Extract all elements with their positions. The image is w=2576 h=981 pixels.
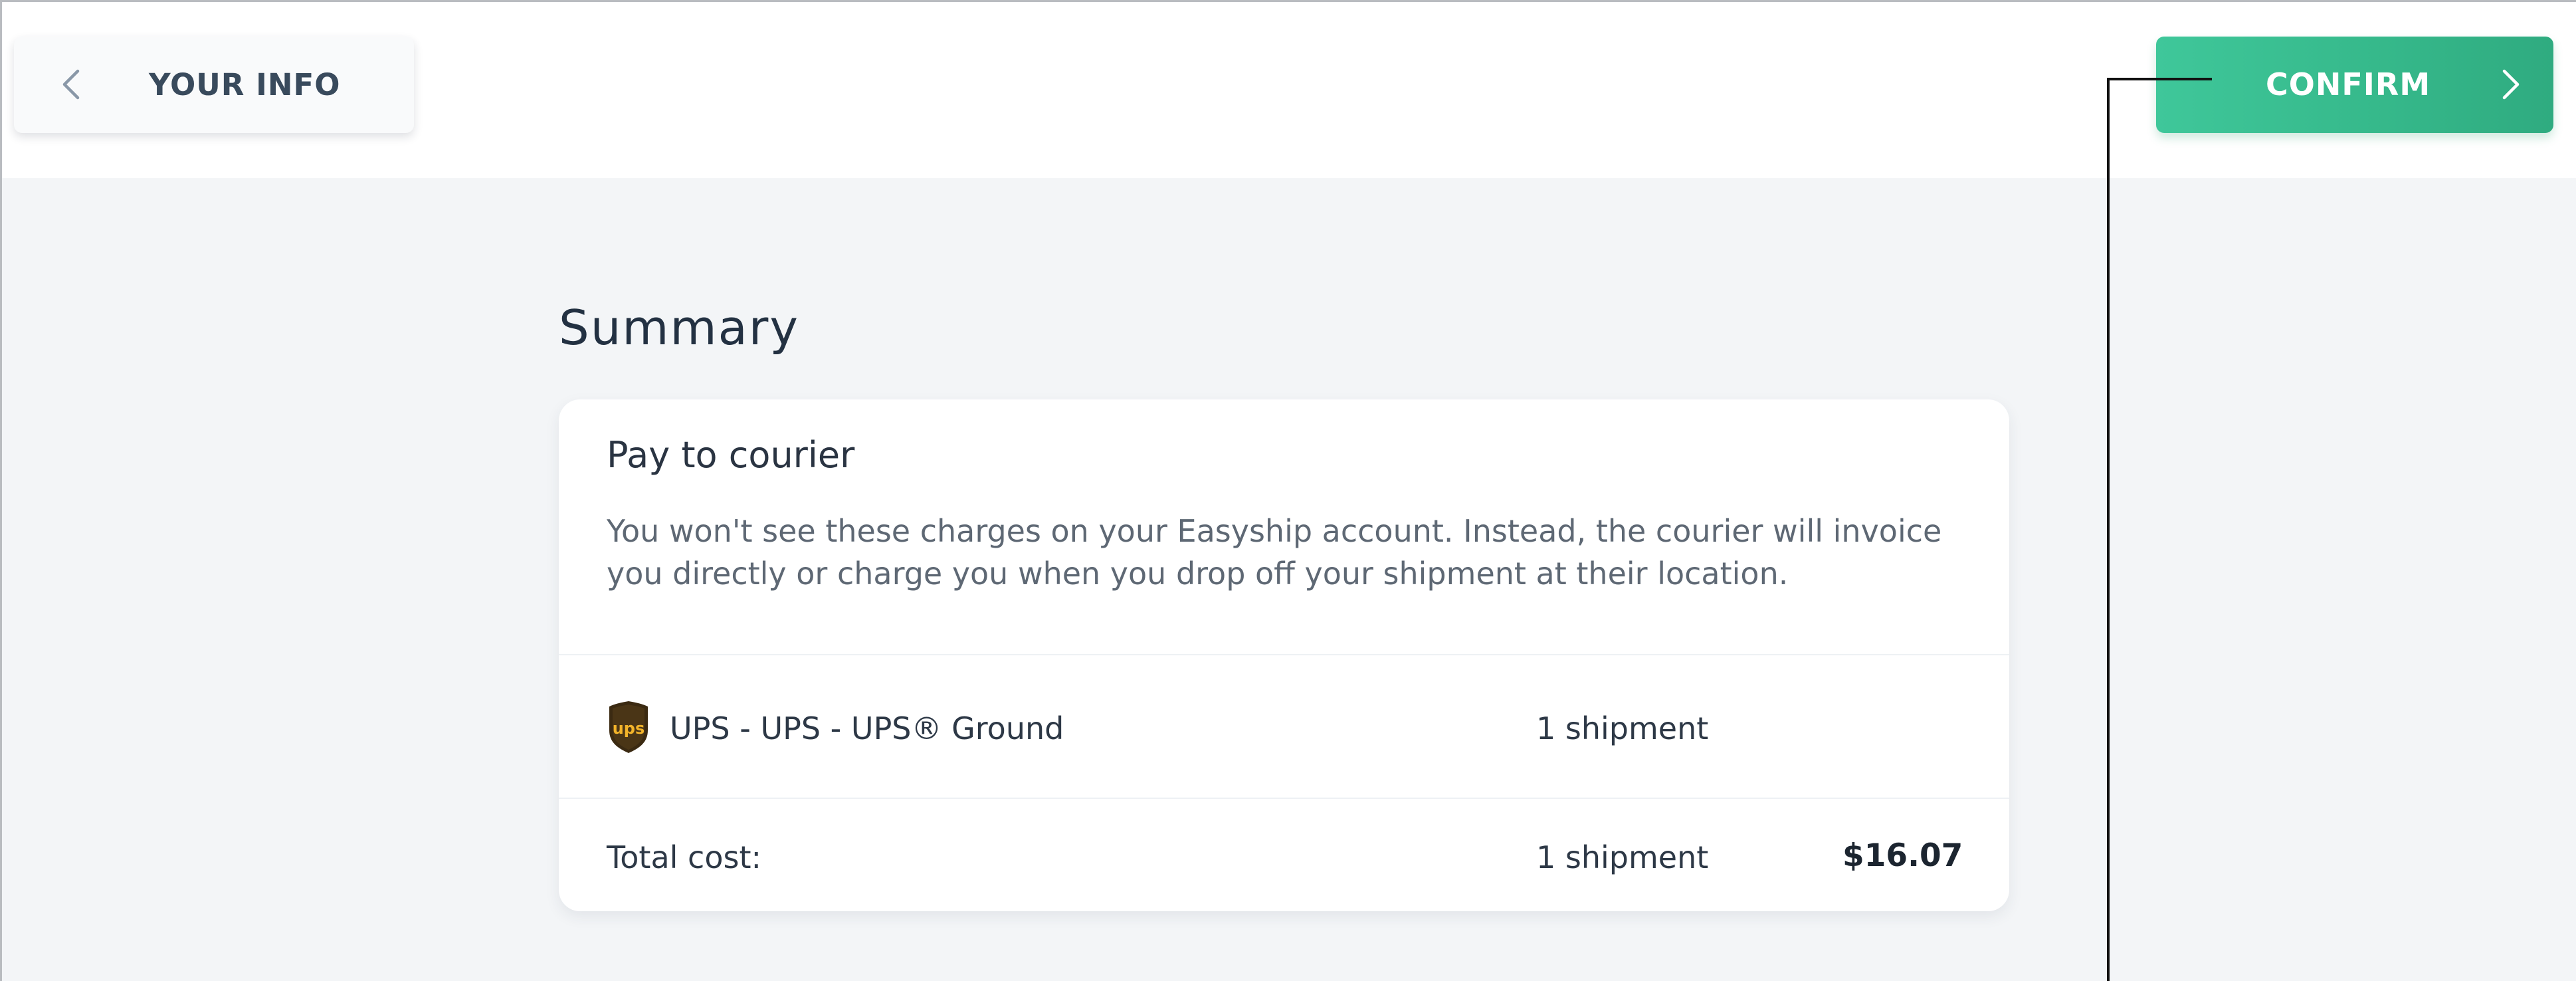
ups-logo-text: ups <box>613 719 645 738</box>
total-cost-label: Total cost: <box>607 839 761 875</box>
pay-to-courier-heading: Pay to courier <box>607 434 855 476</box>
divider <box>559 798 2009 799</box>
divider <box>559 654 2009 655</box>
back-button[interactable]: YOUR INFO <box>14 37 414 133</box>
total-cost-amount: $16.07 <box>1842 837 1963 874</box>
confirm-button-label: CONFIRM <box>2266 66 2431 102</box>
summary-card: Pay to courier You won't see these charg… <box>559 399 2009 911</box>
chevron-left-icon <box>62 69 80 100</box>
ups-logo-icon: ups <box>609 701 648 753</box>
back-button-label: YOUR INFO <box>149 67 341 102</box>
summary-title: Summary <box>559 300 799 356</box>
chevron-right-icon <box>2502 69 2520 100</box>
total-shipment-count: 1 shipment <box>1536 839 1709 875</box>
pay-to-courier-description: You won't see these charges on your Easy… <box>607 513 1942 592</box>
courier-service-name: UPS - UPS - UPS® Ground <box>670 710 1064 746</box>
confirm-button[interactable]: CONFIRM <box>2156 37 2553 133</box>
courier-shipment-count: 1 shipment <box>1536 710 1709 746</box>
